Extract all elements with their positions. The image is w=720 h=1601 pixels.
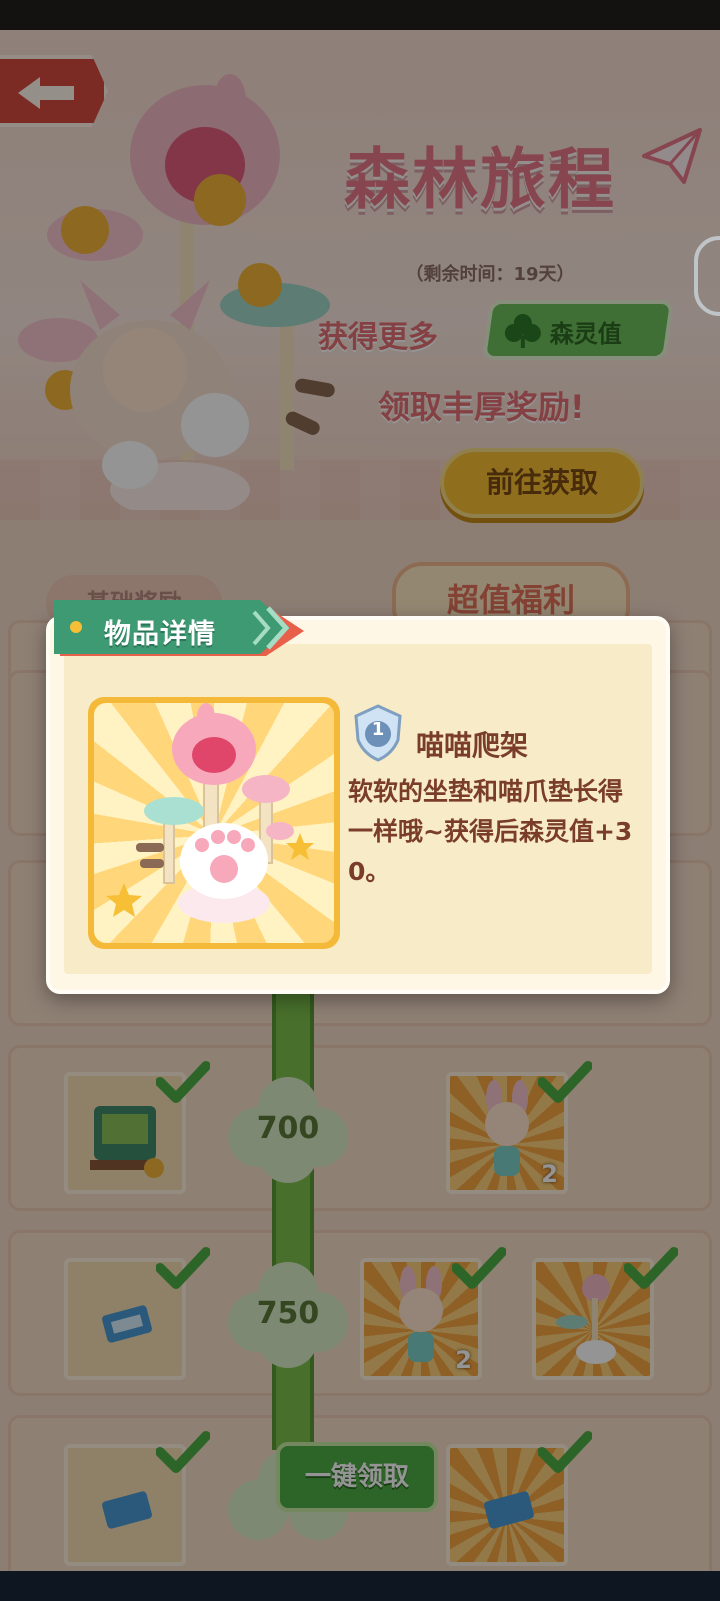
- item-name: 喵喵爬架: [416, 729, 529, 762]
- navigation-bar: [0, 1571, 720, 1601]
- modal-title: 物品详情: [104, 619, 216, 650]
- status-bar: [0, 0, 720, 30]
- item-description: 软软的坐垫和喵爪垫长得一样哦~获得后森灵值+30。: [348, 777, 633, 886]
- cat-tree-item-icon: [106, 703, 314, 923]
- item-preview-rays: [94, 703, 334, 943]
- rank-number: 1: [371, 719, 385, 740]
- side-button[interactable]: [694, 236, 720, 316]
- item-preview-card: [88, 697, 340, 949]
